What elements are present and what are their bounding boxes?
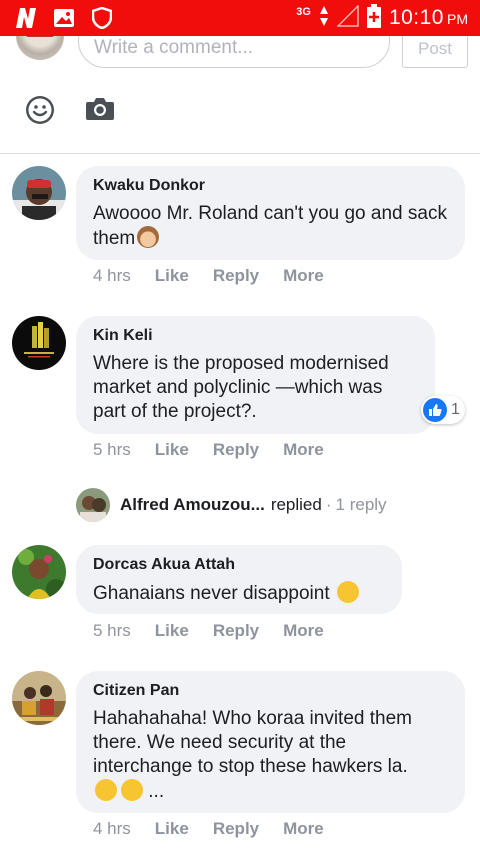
- comment-time[interactable]: 4 hrs: [93, 266, 131, 286]
- comment-time[interactable]: 4 hrs: [93, 819, 131, 839]
- like-button[interactable]: Like: [155, 621, 189, 641]
- like-button[interactable]: Like: [155, 266, 189, 286]
- more-button[interactable]: More: [283, 440, 324, 460]
- avatar[interactable]: [12, 671, 66, 725]
- grinning-sweat-emoji-icon: [121, 779, 143, 801]
- separator: ·: [325, 495, 332, 514]
- network-type: 3G: [296, 6, 311, 18]
- avatar[interactable]: [12, 316, 66, 370]
- signal-icon: [336, 3, 359, 32]
- avatar: [16, 36, 64, 60]
- reply-verb: replied: [270, 495, 322, 514]
- data-arrows-icon: [319, 5, 329, 32]
- comment-author[interactable]: Kin Keli: [93, 326, 418, 346]
- comment-time[interactable]: 5 hrs: [93, 621, 131, 641]
- reaction-count: 1: [451, 401, 460, 418]
- comment-text: Hahahahaha! Who koraa invited them there…: [93, 708, 412, 802]
- comment-text: Where is the proposed modernised market …: [93, 353, 389, 422]
- comment-text: Ghanaians never disappoint: [93, 581, 385, 606]
- smiley-icon: [26, 96, 54, 124]
- comment-author[interactable]: Citizen Pan: [93, 681, 448, 701]
- comment-composer: Post: [0, 36, 480, 154]
- reply-button[interactable]: Reply: [213, 819, 259, 839]
- comment-author[interactable]: Dorcas Akua Attah: [93, 555, 385, 575]
- post-button[interactable]: Post: [402, 36, 468, 68]
- thinking-face-emoji-icon: [95, 779, 117, 801]
- reply-button[interactable]: Reply: [213, 621, 259, 641]
- like-button[interactable]: Like: [155, 819, 189, 839]
- comment-bubble[interactable]: Kwaku Donkor Awoooo Mr. Roland can't you…: [76, 166, 465, 260]
- avatar[interactable]: [12, 166, 66, 220]
- more-button[interactable]: More: [283, 621, 324, 641]
- clock: 10:10 PM: [388, 6, 468, 29]
- like-button[interactable]: Like: [155, 440, 189, 460]
- more-button[interactable]: More: [283, 819, 324, 839]
- more-button[interactable]: More: [283, 266, 324, 286]
- comment-actions: 4 hrs Like Reply More: [93, 819, 348, 839]
- comment-bubble[interactable]: Kin Keli Where is the proposed modernise…: [76, 316, 435, 434]
- comment-bubble[interactable]: Dorcas Akua Attah Ghanaians never disapp…: [76, 545, 402, 614]
- battery-icon: [366, 3, 381, 33]
- emoji-picker-button[interactable]: [24, 94, 56, 126]
- comment-bubble[interactable]: Citizen Pan Hahahahaha! Who koraa invite…: [76, 671, 465, 813]
- comment-actions: 4 hrs Like Reply More: [93, 266, 348, 286]
- reply-count: 1 reply: [335, 495, 387, 514]
- status-bar: 3G 10:10 PM: [0, 0, 480, 36]
- avatar: [76, 488, 110, 522]
- camera-icon: [86, 97, 114, 120]
- shield-icon: [90, 6, 114, 30]
- relieved-face-emoji-icon: [336, 581, 359, 603]
- comment-time[interactable]: 5 hrs: [93, 440, 131, 460]
- like-reaction-icon: [423, 398, 447, 422]
- comment-text: Awoooo Mr. Roland can't you go and sack …: [93, 203, 447, 249]
- reply-button[interactable]: Reply: [213, 266, 259, 286]
- comment-input[interactable]: [78, 36, 390, 68]
- view-replies-link[interactable]: Alfred Amouzou... replied · 1 reply: [76, 487, 476, 523]
- news-app-icon: [14, 6, 38, 30]
- reaction-summary[interactable]: 1: [421, 396, 465, 424]
- reply-author: Alfred Amouzou...: [120, 495, 265, 514]
- comment-actions: 5 hrs Like Reply More: [93, 440, 348, 460]
- camera-button[interactable]: [84, 94, 116, 126]
- monkey-emoji-icon: [137, 226, 160, 248]
- comment-actions: 5 hrs Like Reply More: [93, 621, 348, 641]
- avatar[interactable]: [12, 545, 66, 599]
- reply-button[interactable]: Reply: [213, 440, 259, 460]
- comment-author[interactable]: Kwaku Donkor: [93, 176, 448, 196]
- gallery-icon: [52, 6, 76, 30]
